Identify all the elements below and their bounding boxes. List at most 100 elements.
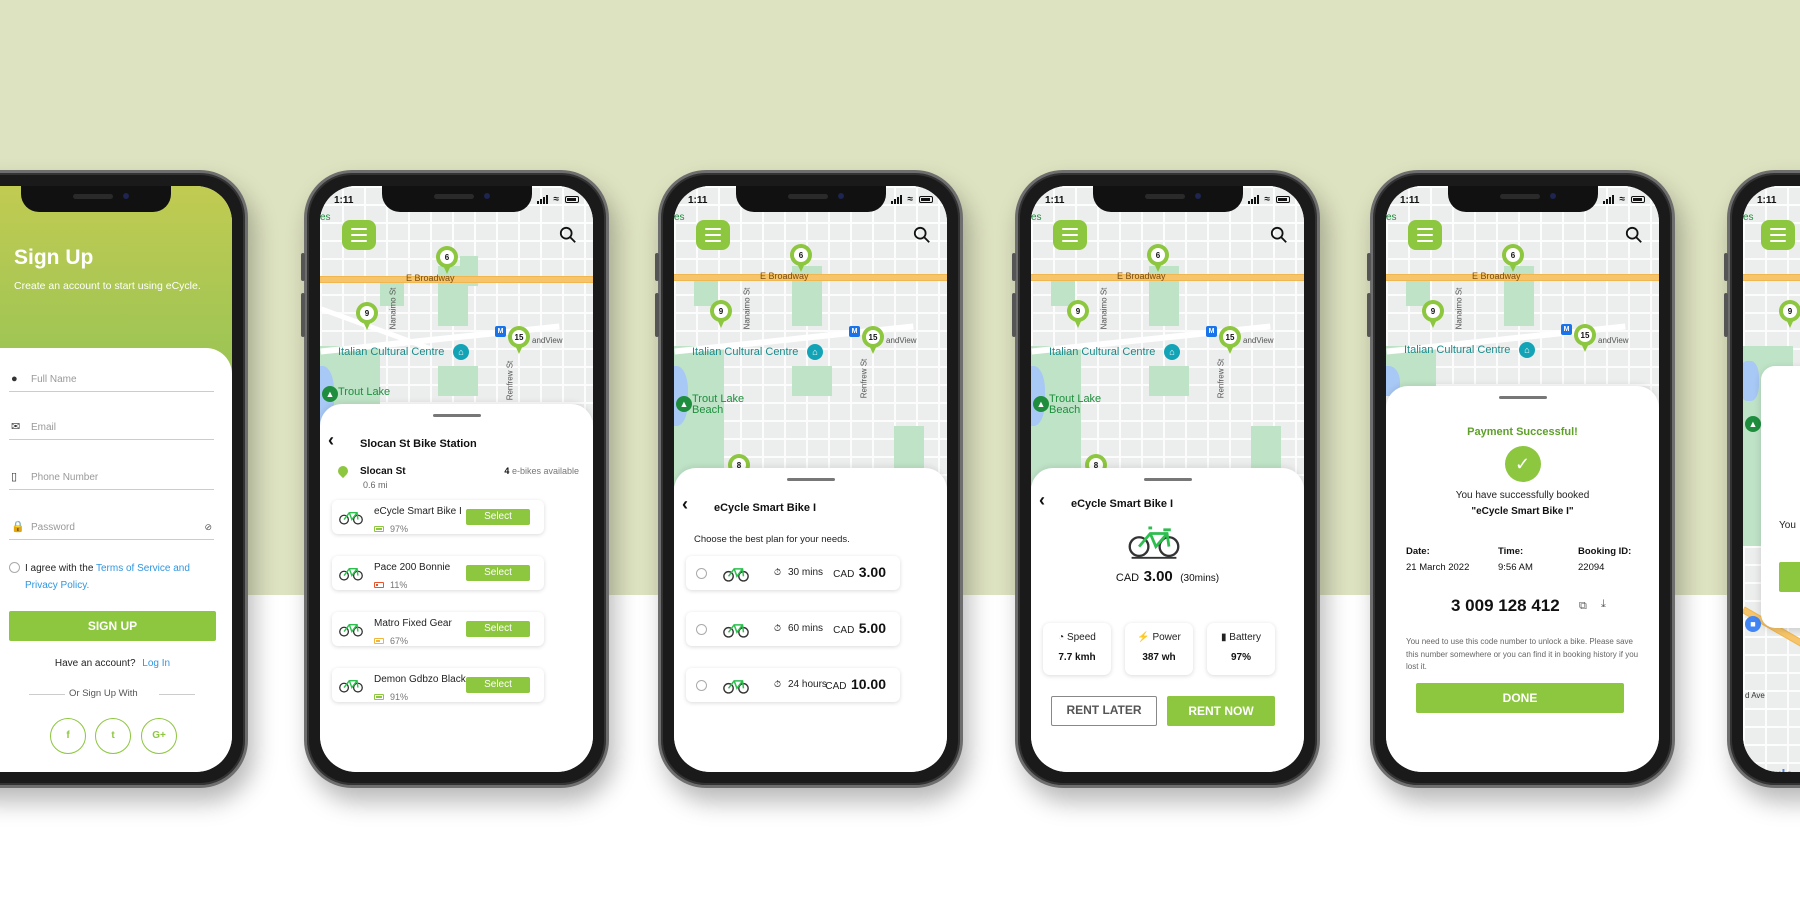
availability: 4 e-bikes available xyxy=(504,466,579,476)
metro-icon: M xyxy=(495,326,506,337)
station-pin[interactable]: 15 xyxy=(862,326,884,354)
select-button[interactable]: Select xyxy=(466,509,530,525)
bike-list-item[interactable]: Demon Gdbzo Black 91% Select xyxy=(332,668,544,702)
booking-id-label: Booking ID: xyxy=(1578,546,1632,557)
station-title: Slocan St Bike Station xyxy=(360,438,477,450)
battery-status-icon xyxy=(565,196,579,203)
agree-checkbox[interactable] xyxy=(9,562,20,573)
bike-list-item[interactable]: Matro Fixed Gear 67% Select xyxy=(332,612,544,646)
sheet-handle[interactable] xyxy=(786,478,835,481)
select-button[interactable]: Select xyxy=(466,677,530,693)
station-pin[interactable]: 9 xyxy=(356,302,378,330)
station-pin[interactable]: 6 xyxy=(1502,244,1524,272)
plans-screen: 1:11 ≈ E Broadway Nanaimo St Renfrew St … xyxy=(674,186,947,772)
signup-button[interactable]: SIGN UP xyxy=(9,611,216,641)
done-button[interactable]: DONE xyxy=(1416,683,1624,713)
rent-now-button[interactable]: RENT NOW xyxy=(1167,696,1275,726)
map[interactable]: E Broadway Nanaimo St andView es Italian… xyxy=(1386,186,1659,396)
twitter-button[interactable]: t xyxy=(95,718,131,754)
google-plus-button[interactable]: G+ xyxy=(141,718,177,754)
station-pin[interactable]: 15 xyxy=(508,326,530,354)
facebook-button[interactable]: f xyxy=(50,718,86,754)
phone-icon: ▯ xyxy=(11,471,18,483)
plan-radio[interactable] xyxy=(696,568,707,579)
park-icon: ▲ xyxy=(1745,416,1761,432)
station-pin[interactable]: 9 xyxy=(1779,300,1800,328)
sheet-handle[interactable] xyxy=(432,414,481,417)
menu-button[interactable] xyxy=(1761,220,1795,250)
rent-later-button[interactable]: RENT LATER xyxy=(1051,696,1157,726)
email-field[interactable]: ✉ Email xyxy=(9,418,214,440)
plan-option[interactable]: ⏱ 24 hours CAD 10.00 xyxy=(686,668,900,702)
bike-list-item[interactable]: Pace 200 Bonnie 11% Select xyxy=(332,556,544,590)
plans-subtitle: Choose the best plan for your needs. xyxy=(694,534,850,545)
terms-link[interactable]: Terms of Service and xyxy=(96,563,190,574)
password-field[interactable]: 🔒 Password ⊘ xyxy=(9,518,214,540)
poi-icon: ⌂ xyxy=(1164,344,1180,360)
station-pin[interactable]: 15 xyxy=(1574,324,1596,352)
station-pin[interactable]: 9 xyxy=(1422,300,1444,328)
signup-screen: Sign Up Create an account to start using… xyxy=(0,186,232,772)
full-name-field[interactable]: ● Full Name xyxy=(9,370,214,392)
detail-screen: 1:11 ≈ E Broadway Nanaimo St Renfrew St … xyxy=(1031,186,1304,772)
station-pin[interactable]: 6 xyxy=(436,246,458,274)
privacy-link[interactable]: Privacy Policy. xyxy=(25,580,89,591)
station-pin[interactable]: 6 xyxy=(1147,244,1169,272)
success-dialog: You xyxy=(1761,366,1800,628)
back-icon[interactable]: ‹ xyxy=(328,430,334,451)
shop-icon: ■ xyxy=(1745,616,1761,632)
sheet-handle[interactable] xyxy=(1498,396,1547,399)
payment-title: Payment Successful! xyxy=(1467,426,1578,438)
station-sheet: ‹ Slocan St Bike Station Slocan St 0.6 m… xyxy=(320,404,593,772)
metro-icon: M xyxy=(849,326,860,337)
login-link[interactable]: Log In xyxy=(142,658,170,669)
dialog-button[interactable] xyxy=(1779,562,1800,592)
battery-icon: ▮ xyxy=(1221,632,1227,643)
search-icon[interactable] xyxy=(1270,226,1288,244)
select-button[interactable]: Select xyxy=(466,621,530,637)
plan-radio[interactable] xyxy=(696,680,707,691)
back-icon[interactable]: ‹ xyxy=(682,494,688,515)
date-value: 21 March 2022 xyxy=(1406,562,1470,573)
payment-sheet: Payment Successful! ✓ You have successfu… xyxy=(1386,386,1659,772)
notch xyxy=(1447,186,1598,212)
booking-id-value: 22094 xyxy=(1578,562,1605,573)
unlock-note: You need to use this code number to unlo… xyxy=(1406,637,1639,671)
lock-icon: 🔒 xyxy=(11,521,25,533)
battery-status-icon xyxy=(1631,196,1645,203)
metro-icon: M xyxy=(1206,326,1217,337)
search-icon[interactable] xyxy=(913,226,931,244)
sheet-handle[interactable] xyxy=(1143,478,1192,481)
plan-option[interactable]: ⏱ 60 mins CAD 5.00 xyxy=(686,612,900,646)
agree-text: I agree with the Terms of Service and Pr… xyxy=(25,563,190,591)
bike-list-item[interactable]: eCycle Smart Bike I 97% Select xyxy=(332,500,544,534)
select-button[interactable]: Select xyxy=(466,565,530,581)
station-pin[interactable]: 9 xyxy=(1067,300,1089,328)
notch xyxy=(1092,186,1243,212)
back-icon[interactable]: ‹ xyxy=(1039,490,1045,511)
plans-sheet: ‹ eCycle Smart Bike I Choose the best pl… xyxy=(674,468,947,772)
notch xyxy=(735,186,886,212)
station-pin[interactable]: 6 xyxy=(790,244,812,272)
plan-option[interactable]: ⏱ 30 mins CAD 3.00 xyxy=(686,556,900,590)
station-pin[interactable]: 15 xyxy=(1219,326,1241,354)
phone-payment: 1:11 ≈ E Broadway Nanaimo St andView es … xyxy=(1367,170,1675,788)
signal-icon xyxy=(890,195,902,204)
menu-button[interactable] xyxy=(1053,220,1087,250)
copy-icon[interactable]: ⧉ xyxy=(1579,600,1587,613)
phone-plans: 1:11 ≈ E Broadway Nanaimo St Renfrew St … xyxy=(655,170,963,788)
download-icon[interactable]: ⤓ xyxy=(1601,598,1606,611)
menu-button[interactable] xyxy=(1408,220,1442,250)
menu-button[interactable] xyxy=(342,220,376,250)
search-icon[interactable] xyxy=(559,226,577,244)
phone-field[interactable]: ▯ Phone Number xyxy=(9,468,214,490)
menu-button[interactable] xyxy=(696,220,730,250)
divider-right xyxy=(159,694,195,695)
bike-icon xyxy=(723,624,749,638)
plan-radio[interactable] xyxy=(696,624,707,635)
signup-form: ● Full Name ✉ Email ▯ Phone Number 🔒 Pas… xyxy=(0,348,232,772)
search-icon[interactable] xyxy=(1625,226,1643,244)
eye-off-icon[interactable]: ⊘ xyxy=(204,522,212,533)
timer-icon: ⏱ xyxy=(774,679,782,689)
station-pin[interactable]: 9 xyxy=(710,300,732,328)
